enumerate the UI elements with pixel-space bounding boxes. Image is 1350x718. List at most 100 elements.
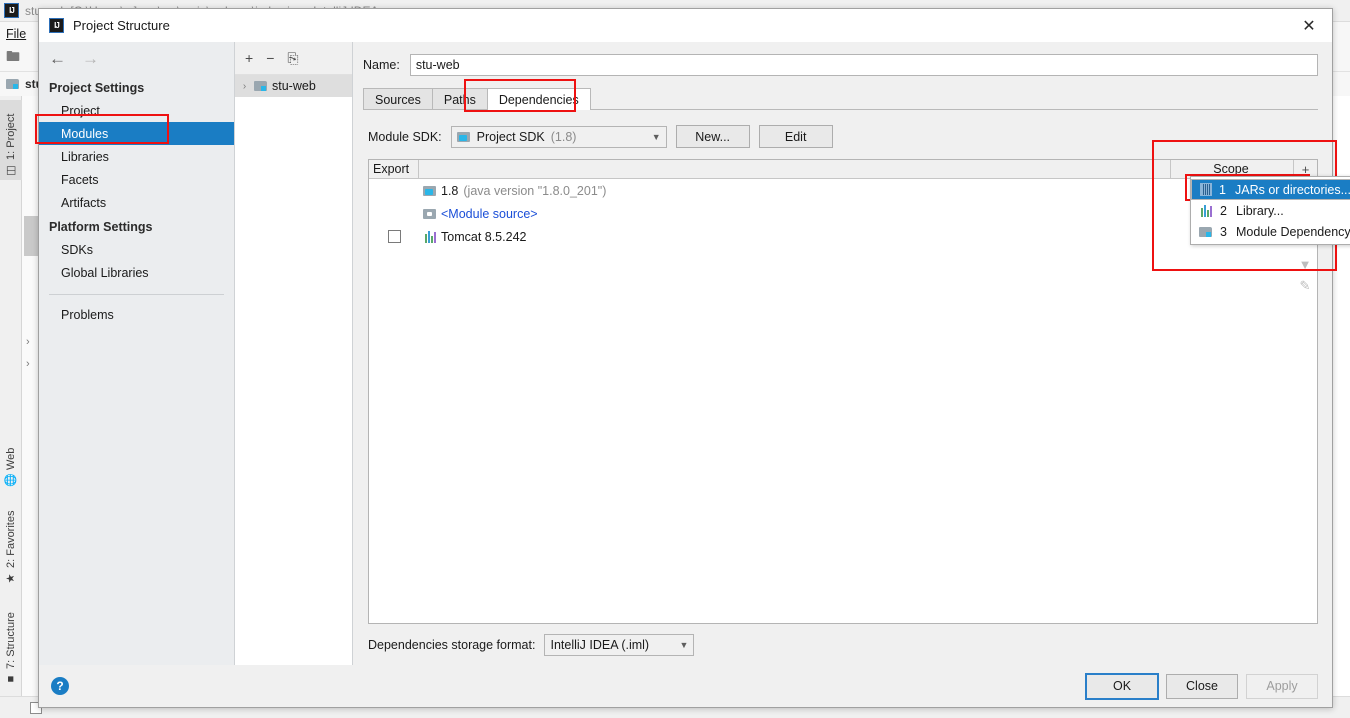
sidebar-item-global-libraries[interactable]: Global Libraries — [39, 261, 234, 284]
module-name-label: Name: — [363, 58, 400, 72]
sidebar-item-label: Global Libraries — [61, 265, 149, 280]
scrollbar-thumb[interactable] — [24, 216, 38, 256]
modules-tree-toolbar: + − ⎘ — [235, 42, 352, 75]
ide-left-tool-strip: ◫ 1: Project 🌐 Web ★ 2: Favorites ■ 7: S… — [0, 96, 22, 696]
project-structure-dialog: IJ Project Structure ✕ ← → Project Setti… — [38, 8, 1333, 708]
help-button[interactable]: ? — [51, 677, 69, 695]
close-icon[interactable]: ✕ — [1286, 9, 1332, 42]
move-down-button[interactable]: ▼ — [1293, 255, 1317, 274]
sidebar-item-sdks[interactable]: SDKs — [39, 238, 234, 261]
tab-dependencies[interactable]: Dependencies — [486, 88, 591, 110]
module-folder-icon — [254, 80, 268, 92]
dependency-name: Tomcat 8.5.242 — [441, 229, 527, 244]
sidebar-item-label: Modules — [61, 126, 109, 141]
tool-tab-web[interactable]: 🌐 Web — [0, 426, 22, 490]
module-tabs: Sources Paths Dependencies — [363, 87, 1318, 110]
storage-format-value: IntelliJ IDEA (.iml) — [550, 638, 650, 652]
tab-label: Paths — [443, 92, 476, 107]
edit-dependency-button[interactable]: ✎ — [1293, 276, 1317, 295]
dialog-body: ← → Project Settings Project Modules Lib… — [39, 42, 1332, 665]
module-editor-panel: Name: Sources Paths Dependencies Module … — [353, 42, 1332, 665]
menu-item-jars-or-directories[interactable]: 1 JARs or directories... — [1191, 179, 1350, 200]
sidebar-divider — [49, 294, 224, 295]
sidebar-item-label: Problems — [61, 307, 114, 322]
sidebar-item-modules[interactable]: Modules — [39, 122, 234, 145]
sidebar-item-label: Libraries — [61, 149, 109, 164]
storage-format-label: Dependencies storage format: — [368, 638, 536, 652]
tree-expander-icon[interactable]: › — [26, 336, 30, 348]
tab-sources[interactable]: Sources — [363, 88, 433, 110]
menu-item-number: 2 — [1220, 203, 1227, 218]
tree-node-stu-web[interactable]: › stu-web — [235, 75, 352, 97]
module-folder-icon — [1199, 226, 1213, 238]
sidebar-item-artifacts[interactable]: Artifacts — [39, 191, 234, 214]
dependencies-table-body: 1.8 (java version "1.8.0_201") <Module s… — [369, 179, 1317, 623]
tab-paths[interactable]: Paths — [431, 88, 488, 110]
dependency-detail: (java version "1.8.0_201") — [463, 183, 607, 198]
open-folder-icon[interactable]: 🖿 — [6, 46, 20, 70]
chevron-down-icon: ▼ — [679, 640, 689, 650]
web-globe-icon: 🌐 — [4, 474, 18, 487]
storage-format-row: Dependencies storage format: IntelliJ ID… — [368, 634, 1318, 656]
tree-expander-icon[interactable]: › — [239, 81, 250, 92]
minus-icon[interactable]: − — [266, 51, 274, 65]
sidebar-item-label: Facets — [61, 172, 99, 187]
sidebar-item-facets[interactable]: Facets — [39, 168, 234, 191]
new-sdk-button[interactable]: New... — [675, 125, 750, 148]
menu-item-label: Library... — [1236, 203, 1284, 218]
storage-format-select[interactable]: IntelliJ IDEA (.iml) ▼ — [544, 634, 695, 656]
column-header-name — [419, 159, 1171, 179]
tool-tab-project[interactable]: ◫ 1: Project — [0, 100, 22, 180]
module-name-input[interactable] — [409, 54, 1318, 76]
tool-tab-structure[interactable]: ■ 7: Structure — [0, 592, 22, 688]
tool-tab-project-label: 1: Project — [5, 113, 17, 160]
sidebar-item-label: Project — [61, 103, 100, 118]
table-row[interactable]: 1.8 (java version "1.8.0_201") — [369, 179, 1317, 202]
table-row[interactable]: <Module source> — [369, 202, 1317, 225]
module-folder-icon — [6, 78, 20, 90]
star-icon: ★ — [4, 573, 18, 585]
sdk-icon — [419, 185, 441, 197]
module-source-icon — [419, 208, 441, 220]
project-icon: ◫ — [4, 165, 18, 177]
plus-icon[interactable]: + — [245, 51, 253, 65]
menu-file-label: File — [6, 26, 27, 41]
tree-expander-icon[interactable]: › — [26, 358, 30, 370]
sidebar-item-libraries[interactable]: Libraries — [39, 145, 234, 168]
sidebar-nav: ← → — [39, 42, 234, 75]
modules-tree-panel: + − ⎘ › stu-web — [235, 42, 353, 665]
forward-arrow-icon[interactable]: → — [82, 49, 99, 69]
dialog-titlebar: IJ Project Structure ✕ — [39, 9, 1332, 42]
tool-tab-web-label: Web — [5, 447, 17, 470]
sidebar-item-project[interactable]: Project — [39, 99, 234, 122]
menu-item-module-dependency[interactable]: 3 Module Dependency... — [1191, 221, 1350, 242]
sidebar-item-problems[interactable]: Problems — [39, 303, 234, 326]
export-cell[interactable] — [369, 230, 419, 243]
table-row[interactable]: Tomcat 8.5.242 — [369, 225, 1317, 248]
module-sdk-select[interactable]: Project SDK (1.8) ▼ — [450, 125, 667, 148]
apply-button: Apply — [1246, 673, 1318, 699]
export-checkbox[interactable] — [387, 230, 401, 243]
tool-tab-favorites[interactable]: ★ 2: Favorites — [0, 494, 22, 588]
dependencies-table: Export Scope 1.8 (java version "1.8.0_20… — [368, 159, 1318, 624]
intellij-idea-logo: IJ — [4, 3, 19, 18]
edit-sdk-button[interactable]: Edit — [758, 125, 833, 148]
tool-tab-favorites-label: 2: Favorites — [5, 510, 17, 568]
settings-sidebar: ← → Project Settings Project Modules Lib… — [39, 42, 235, 665]
dialog-title: Project Structure — [73, 18, 170, 33]
column-header-export: Export — [369, 159, 419, 179]
tab-label: Sources — [375, 92, 421, 107]
ok-button[interactable]: OK — [1085, 672, 1159, 700]
sidebar-group-platform-settings: Platform Settings — [49, 220, 153, 234]
chevron-down-icon: ▼ — [651, 131, 661, 142]
dependency-name: <Module source> — [441, 206, 538, 221]
back-arrow-icon[interactable]: ← — [49, 49, 66, 69]
copy-icon[interactable]: ⎘ — [287, 51, 298, 65]
menu-item-library[interactable]: 2 Library... — [1191, 200, 1350, 221]
structure-icon: ■ — [5, 673, 17, 685]
close-button[interactable]: Close — [1166, 673, 1238, 699]
module-sdk-version: (1.8) — [550, 129, 577, 144]
menu-file[interactable]: File — [6, 27, 26, 41]
menu-item-number: 3 — [1220, 224, 1227, 239]
sidebar-item-label: Artifacts — [61, 195, 107, 210]
